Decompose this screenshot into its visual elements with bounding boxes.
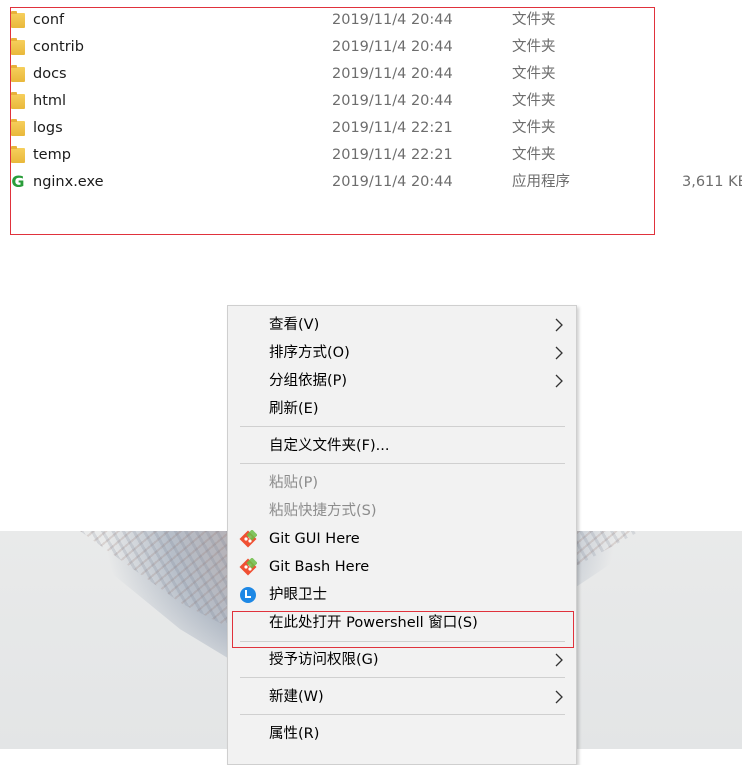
file-type: 文件夹 xyxy=(512,93,556,109)
file-size: 3,611 KB xyxy=(682,174,742,190)
menu-item-label: 新建(W) xyxy=(269,689,324,705)
file-date: 2019/11/4 20:44 xyxy=(332,66,453,82)
menu-item-git-bash[interactable]: Git Bash Here xyxy=(228,553,576,581)
menu-item-label: 粘贴(P) xyxy=(269,475,319,491)
file-row-docs[interactable]: docs 2019/11/4 20:44 文件夹 xyxy=(0,61,742,88)
menu-separator xyxy=(240,426,565,427)
menu-item-view[interactable]: 查看(V) xyxy=(228,311,576,339)
folder-icon xyxy=(11,146,25,163)
menu-separator xyxy=(240,641,565,642)
chevron-right-icon xyxy=(555,346,563,360)
file-type: 文件夹 xyxy=(512,120,556,136)
file-name: temp xyxy=(33,147,71,163)
menu-item-paste: 粘贴(P) xyxy=(228,469,576,497)
menu-item-label: Git GUI Here xyxy=(269,531,360,547)
file-type: 文件夹 xyxy=(512,66,556,82)
menu-item-label: 在此处打开 Powershell 窗口(S) xyxy=(269,615,478,631)
menu-item-open-powershell[interactable]: 在此处打开 Powershell 窗口(S) xyxy=(228,609,576,637)
folder-icon xyxy=(11,38,25,55)
file-row-contrib[interactable]: contrib 2019/11/4 20:44 文件夹 xyxy=(0,34,742,61)
chevron-right-icon xyxy=(555,653,563,667)
file-row-logs[interactable]: logs 2019/11/4 22:21 文件夹 xyxy=(0,115,742,142)
menu-item-label: 授予访问权限(G) xyxy=(269,652,379,668)
menu-item-properties[interactable]: 属性(R) xyxy=(228,720,576,748)
menu-item-group-by[interactable]: 分组依据(P) xyxy=(228,367,576,395)
file-row-nginx-exe[interactable]: G nginx.exe 2019/11/4 20:44 应用程序 3,611 K… xyxy=(0,169,742,196)
menu-item-label: 排序方式(O) xyxy=(269,345,350,361)
menu-item-git-gui[interactable]: Git GUI Here xyxy=(228,525,576,553)
context-menu: 查看(V) 排序方式(O) 分组依据(P) 刷新(E) 自定义文件夹(F)...… xyxy=(227,305,577,765)
git-icon xyxy=(239,530,257,548)
menu-separator xyxy=(240,714,565,715)
file-row-temp[interactable]: temp 2019/11/4 22:21 文件夹 xyxy=(0,142,742,169)
file-row-html[interactable]: html 2019/11/4 20:44 文件夹 xyxy=(0,88,742,115)
file-name: conf xyxy=(33,12,65,28)
menu-item-label: 查看(V) xyxy=(269,317,320,333)
file-date: 2019/11/4 20:44 xyxy=(332,39,453,55)
file-name: html xyxy=(33,93,67,109)
file-date: 2019/11/4 20:44 xyxy=(332,12,453,28)
folder-icon xyxy=(11,92,25,109)
chevron-right-icon xyxy=(555,318,563,332)
file-type: 文件夹 xyxy=(512,147,556,163)
file-name: contrib xyxy=(33,39,84,55)
menu-separator xyxy=(240,677,565,678)
file-type: 应用程序 xyxy=(512,174,570,190)
menu-item-label: Git Bash Here xyxy=(269,559,370,575)
menu-item-label: 分组依据(P) xyxy=(269,373,348,389)
chevron-right-icon xyxy=(555,374,563,388)
menu-item-label: 属性(R) xyxy=(269,726,320,742)
menu-item-eye-guard[interactable]: 护眼卫士 xyxy=(228,581,576,609)
file-date: 2019/11/4 20:44 xyxy=(332,93,453,109)
menu-item-label: 刷新(E) xyxy=(269,401,319,417)
menu-item-label: 自定义文件夹(F)... xyxy=(269,438,390,454)
file-date: 2019/11/4 20:44 xyxy=(332,174,453,190)
git-icon xyxy=(239,558,257,576)
file-date: 2019/11/4 22:21 xyxy=(332,147,453,163)
file-date: 2019/11/4 22:21 xyxy=(332,120,453,136)
file-type: 文件夹 xyxy=(512,39,556,55)
menu-item-customize-folder[interactable]: 自定义文件夹(F)... xyxy=(228,432,576,460)
nginx-exe-icon: G xyxy=(11,172,25,191)
folder-icon xyxy=(11,119,25,136)
file-name: logs xyxy=(33,120,63,136)
chevron-right-icon xyxy=(555,690,563,704)
menu-item-new[interactable]: 新建(W) xyxy=(228,683,576,711)
menu-item-grant-access[interactable]: 授予访问权限(G) xyxy=(228,646,576,674)
menu-item-sort-by[interactable]: 排序方式(O) xyxy=(228,339,576,367)
folder-icon xyxy=(11,11,25,28)
menu-item-refresh[interactable]: 刷新(E) xyxy=(228,395,576,423)
menu-item-label: 粘贴快捷方式(S) xyxy=(269,503,377,519)
folder-icon xyxy=(11,65,25,82)
menu-item-label: 护眼卫士 xyxy=(269,587,327,603)
menu-separator xyxy=(240,463,565,464)
file-name: docs xyxy=(33,66,67,82)
file-type: 文件夹 xyxy=(512,12,556,28)
file-name: nginx.exe xyxy=(33,174,104,190)
eye-guard-icon xyxy=(240,587,256,603)
menu-item-paste-shortcut: 粘贴快捷方式(S) xyxy=(228,497,576,525)
file-row-conf[interactable]: conf 2019/11/4 20:44 文件夹 xyxy=(0,7,742,34)
